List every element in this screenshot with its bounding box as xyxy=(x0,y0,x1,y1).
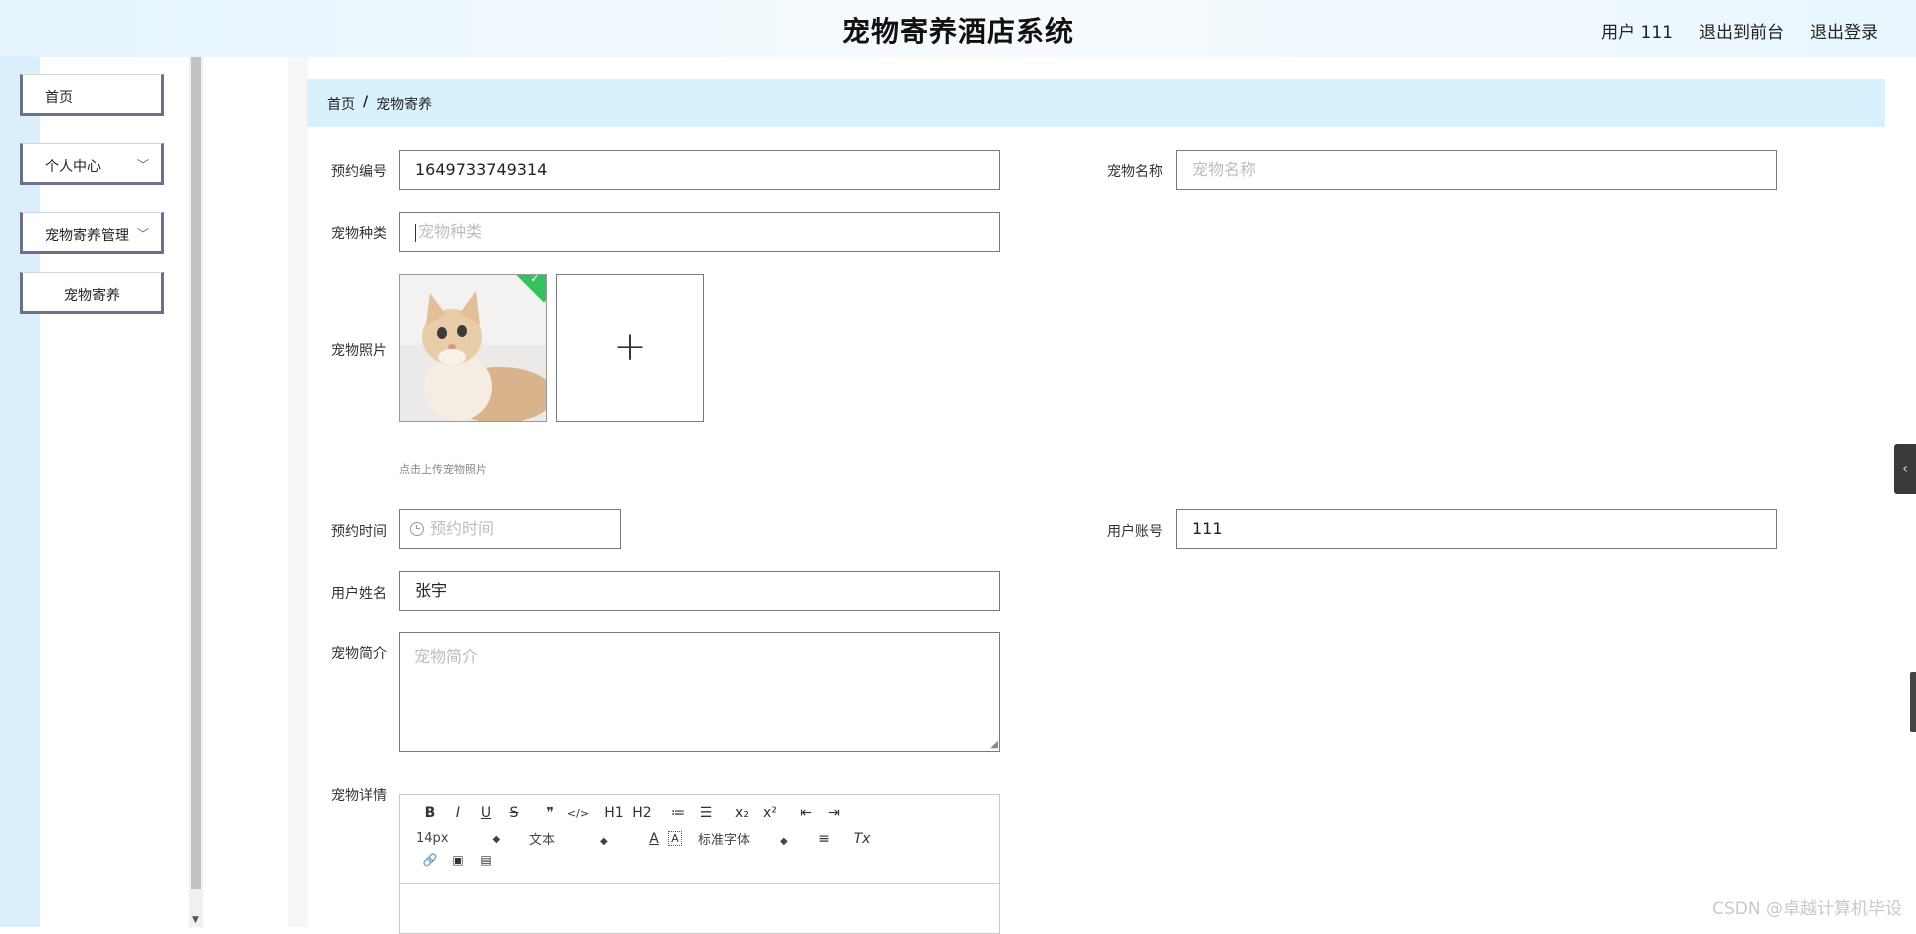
font-size-value: 14px xyxy=(416,831,449,846)
sidebar-item-label: 宠物寄养管理 xyxy=(45,228,129,244)
cat-photo xyxy=(400,275,546,421)
plus-icon: + xyxy=(613,324,647,370)
pet-intro-label: 宠物简介 xyxy=(331,646,387,662)
pet-photo-label: 宠物照片 xyxy=(331,343,387,359)
sidebar-item-label: 个人中心 xyxy=(45,159,101,175)
video-button[interactable]: ▤ xyxy=(472,853,500,867)
breadcrumb-home[interactable]: 首页 xyxy=(327,94,355,114)
form-edge xyxy=(288,57,308,927)
sidebar-scrollbar[interactable]: ▼ xyxy=(189,57,203,927)
editor-toolbar-row-3: 🔗 ▣ ▤ xyxy=(416,853,500,867)
align-button[interactable]: ≡ xyxy=(810,831,838,847)
chevron-down-icon: ﹀ xyxy=(136,227,149,241)
pet-intro-placeholder: 宠物简介 xyxy=(414,647,479,666)
strike-button[interactable]: S xyxy=(500,805,528,821)
code-button[interactable]: </> xyxy=(564,807,592,820)
subscript-button[interactable]: x₂ xyxy=(728,805,756,821)
chevron-left-icon: ‹ xyxy=(1902,461,1908,477)
watermark: CSDN @卓越计算机毕设 xyxy=(1712,899,1902,919)
check-icon: ✓ xyxy=(530,274,540,286)
pet-name-input[interactable]: 宠物名称 xyxy=(1176,150,1777,190)
scrollbar-thumb[interactable] xyxy=(191,57,201,889)
pet-type-label: 宠物种类 xyxy=(331,226,387,242)
text-type-value: 文本 xyxy=(528,833,555,848)
user-name-label: 用户姓名 xyxy=(331,586,387,602)
pet-name-label: 宠物名称 xyxy=(1107,164,1163,180)
back-to-front-link[interactable]: 退出到前台 xyxy=(1699,18,1784,43)
text-type-select[interactable]: 文本 ◆ xyxy=(528,829,640,848)
link-button[interactable]: 🔗 xyxy=(416,853,444,867)
heading1-button[interactable]: H1 xyxy=(600,805,628,821)
clock-icon xyxy=(410,521,424,536)
pet-intro-textarea[interactable]: 宠物简介 ◢ xyxy=(399,632,1000,752)
bullet-list-button[interactable]: ☰ xyxy=(692,805,720,821)
upload-photo-button[interactable]: + xyxy=(556,274,704,422)
sidebar-item-home[interactable]: 首页 xyxy=(20,74,164,116)
booking-time-picker[interactable]: 预约时间 xyxy=(399,509,621,549)
sidebar-item-boarding-management[interactable]: 宠物寄养管理 ﹀ xyxy=(20,212,164,254)
pet-detail-label: 宠物详情 xyxy=(331,788,387,804)
image-button[interactable]: ▣ xyxy=(444,853,472,867)
editor-toolbar: B I U S ❞ </> H1 H2 ≔ ☰ x₂ x² ⇤ ⇥ 14px ◆ … xyxy=(400,795,999,884)
booking-no-label: 预约编号 xyxy=(331,164,387,180)
underline-button[interactable]: U xyxy=(472,805,500,821)
booking-time-placeholder: 预约时间 xyxy=(430,519,495,538)
pet-type-input[interactable]: 宠物种类 xyxy=(399,212,1000,252)
chevron-down-icon: ﹀ xyxy=(136,158,149,172)
font-family-value: 标准字体 xyxy=(698,833,751,848)
logout-link[interactable]: 退出登录 xyxy=(1810,18,1878,43)
select-arrow-icon: ◆ xyxy=(780,836,788,847)
superscript-button[interactable]: x² xyxy=(756,805,784,821)
breadcrumb-bar: 首页 / 宠物寄养 xyxy=(307,79,1885,127)
upload-hint: 点击上传宠物照片 xyxy=(399,463,487,476)
sidebar-item-label: 宠物寄养 xyxy=(64,288,120,304)
sidebar-item-personal-center[interactable]: 个人中心 ﹀ xyxy=(20,143,164,185)
italic-button[interactable]: I xyxy=(444,805,472,821)
resize-grip-icon[interactable]: ◢ xyxy=(990,739,998,750)
booking-no-input[interactable]: 1649733749314 xyxy=(399,150,1000,190)
editor-toolbar-row-1: B I U S ❞ </> H1 H2 ≔ ☰ x₂ x² ⇤ ⇥ xyxy=(416,805,848,821)
breadcrumb: 首页 / 宠物寄养 xyxy=(327,94,432,114)
current-user[interactable]: 用户 111 xyxy=(1601,18,1673,43)
font-family-select[interactable]: 标准字体 ◆ xyxy=(698,829,810,848)
text-caret xyxy=(415,223,416,242)
select-arrow-icon: ◆ xyxy=(600,836,608,847)
clear-format-button[interactable]: Tx xyxy=(848,831,876,847)
header-links: 用户 111 退出到前台 退出登录 xyxy=(1601,18,1878,43)
indent-button[interactable]: ⇥ xyxy=(820,805,848,821)
pet-type-placeholder: 宠物种类 xyxy=(418,222,483,241)
side-panel-toggle[interactable]: ‹ xyxy=(1894,444,1916,494)
user-name-input[interactable]: 张宇 xyxy=(399,571,1000,611)
select-arrow-icon: ◆ xyxy=(492,834,501,845)
rich-text-editor[interactable]: B I U S ❞ </> H1 H2 ≔ ☰ x₂ x² ⇤ ⇥ 14px ◆ … xyxy=(399,794,1000,934)
ordered-list-button[interactable]: ≔ xyxy=(664,805,692,821)
background-color-button[interactable]: A xyxy=(668,831,682,846)
sidebar xyxy=(40,57,189,927)
user-account-label: 用户账号 xyxy=(1107,524,1163,540)
side-panel-handle[interactable] xyxy=(1910,672,1916,732)
top-header: 宠物寄养酒店系统 用户 111 退出到前台 退出登录 xyxy=(0,0,1916,57)
breadcrumb-separator: / xyxy=(363,94,369,110)
breadcrumb-current: 宠物寄养 xyxy=(376,97,433,113)
outdent-button[interactable]: ⇤ xyxy=(792,805,820,821)
pet-photo-thumbnail[interactable]: ✓ xyxy=(399,274,547,422)
scroll-down-icon[interactable]: ▼ xyxy=(192,915,199,925)
booking-time-label: 预约时间 xyxy=(331,524,387,540)
left-strip xyxy=(0,57,40,927)
sidebar-item-label: 首页 xyxy=(45,90,73,106)
editor-toolbar-row-2: 14px ◆ 文本 ◆ A A 标准字体 ◆ ≡ Tx xyxy=(416,829,876,849)
font-color-button[interactable]: A xyxy=(640,831,668,847)
quote-button[interactable]: ❞ xyxy=(536,805,564,821)
sidebar-item-pet-boarding[interactable]: 宠物寄养 xyxy=(20,272,164,314)
user-account-input[interactable]: 111 xyxy=(1176,509,1777,549)
bold-button[interactable]: B xyxy=(416,805,444,821)
font-size-select[interactable]: 14px ◆ xyxy=(416,831,528,846)
heading2-button[interactable]: H2 xyxy=(628,805,656,821)
